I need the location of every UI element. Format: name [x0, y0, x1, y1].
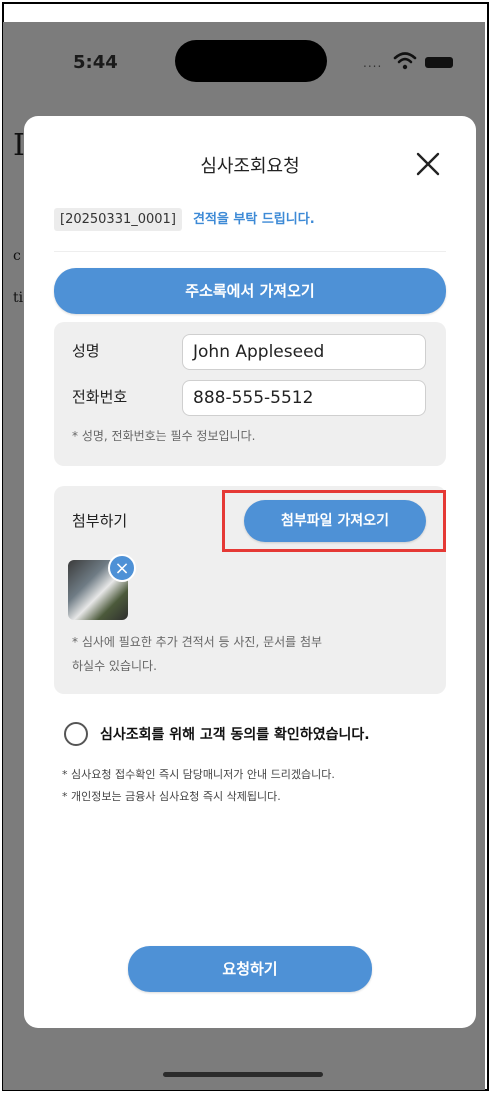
- info-note: * 심사요청 접수확인 즉시 담당매니저가 안내 드리겠습니다.: [62, 768, 335, 781]
- consent-label: 심사조회를 위해 고객 동의를 확인하였습니다.: [100, 727, 370, 743]
- home-indicator[interactable]: [163, 1072, 323, 1077]
- attach-label: 첨부하기: [72, 512, 128, 530]
- background-text-letter: ti: [13, 290, 24, 306]
- signal-icon: ....: [363, 56, 383, 70]
- info-notes: * 심사요청 접수확인 즉시 담당매니저가 안내 드리겠습니다. * 개인정보는…: [62, 764, 335, 808]
- info-note: * 개인정보는 금융사 심사요청 즉시 삭제됩니다.: [62, 790, 281, 803]
- wifi-icon: [393, 52, 417, 70]
- review-request-modal: 심사조회요청 [20250331_0001] 견적을 부탁 드립니다. 주소록에…: [24, 116, 476, 1028]
- divider: [54, 251, 446, 252]
- reference-message: 견적을 부탁 드립니다.: [193, 212, 315, 227]
- highlight-box: [222, 490, 446, 552]
- attach-note-line-2: 하실수 있습니다.: [72, 659, 157, 673]
- attach-note-line-1: * 심사에 필요한 추가 견적서 등 사진, 문서를 첨부: [72, 635, 323, 649]
- status-time: 5:44: [73, 52, 118, 73]
- remove-attachment-icon[interactable]: ×: [108, 554, 136, 582]
- background-text-letter: c: [13, 248, 21, 264]
- phone-label: 전화번호: [72, 388, 128, 406]
- status-bar: 5:44 ....: [3, 22, 485, 102]
- battery-icon: [425, 57, 453, 68]
- consent-checkbox[interactable]: [64, 722, 88, 746]
- reference-id: [20250331_0001]: [54, 208, 182, 231]
- modal-title: 심사조회요청: [200, 156, 300, 177]
- status-indicators: ....: [363, 50, 463, 72]
- required-note: * 성명, 전화번호는 필수 정보입니다.: [72, 429, 256, 443]
- close-icon[interactable]: [414, 150, 442, 178]
- submit-request-button[interactable]: 요청하기: [128, 946, 372, 992]
- name-label: 성명: [72, 342, 100, 360]
- dynamic-island: [175, 40, 327, 82]
- phone-field[interactable]: 888-555-5512: [182, 380, 426, 416]
- name-field[interactable]: John Appleseed: [182, 334, 426, 370]
- reference-row: [20250331_0001] 견적을 부탁 드립니다.: [54, 208, 315, 234]
- import-from-contacts-button[interactable]: 주소록에서 가져오기: [54, 268, 446, 314]
